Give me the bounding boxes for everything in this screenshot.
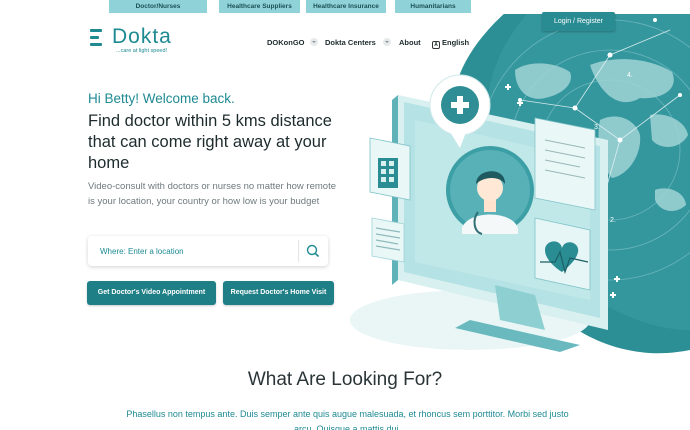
- hero-headline: Find doctor within 5 kms distance that c…: [88, 112, 332, 172]
- location-search-input[interactable]: [100, 236, 300, 266]
- nav-dokta-centers[interactable]: Dokta Centers: [325, 38, 376, 47]
- hero-illustration: 4. 3. 2.: [350, 0, 690, 354]
- tab-healthcare-suppliers[interactable]: Healthcare Suppliers: [219, 0, 300, 13]
- language-label: English: [442, 38, 470, 47]
- search-icon: [306, 244, 320, 258]
- language-selector[interactable]: A English: [432, 38, 469, 49]
- section-text: Phasellus non tempus ante. Duis semper a…: [126, 409, 569, 430]
- tab-doctor-nurses[interactable]: Doctor/Nurses: [109, 0, 207, 13]
- section-title: What Are Looking For?: [247, 369, 443, 390]
- login-register-button[interactable]: Login / Register: [542, 12, 615, 31]
- logo-mark-icon: [90, 29, 104, 51]
- greeting: Hi Betty! Welcome back.: [88, 91, 235, 106]
- map-number-2: 2.: [610, 217, 616, 224]
- chevron-down-icon[interactable]: [383, 38, 391, 46]
- search-divider: [298, 240, 299, 262]
- map-number-4: 4.: [627, 72, 633, 79]
- search-button[interactable]: [302, 241, 324, 261]
- tab-humanitarians[interactable]: Humanitarians: [395, 0, 471, 13]
- hero-subtext: Video-consult with doctors or nurses no …: [88, 181, 336, 207]
- home-visit-button[interactable]: Request Doctor's Home Visit: [223, 281, 334, 305]
- tab-healthcare-insurance[interactable]: Healthcare Insurance: [306, 0, 386, 13]
- map-number-3: 3.: [594, 124, 600, 131]
- logo-name: Dokta: [112, 25, 172, 48]
- nav-about[interactable]: About: [399, 38, 421, 47]
- translate-icon: A: [432, 41, 440, 49]
- logo-tagline: ...care at light speed!: [116, 48, 168, 54]
- chevron-down-icon[interactable]: [310, 38, 318, 46]
- location-search: [88, 236, 328, 266]
- video-appointment-button[interactable]: Get Doctor's Video Appointment: [87, 281, 216, 305]
- nav-dokongo[interactable]: DOKonGO: [267, 38, 305, 47]
